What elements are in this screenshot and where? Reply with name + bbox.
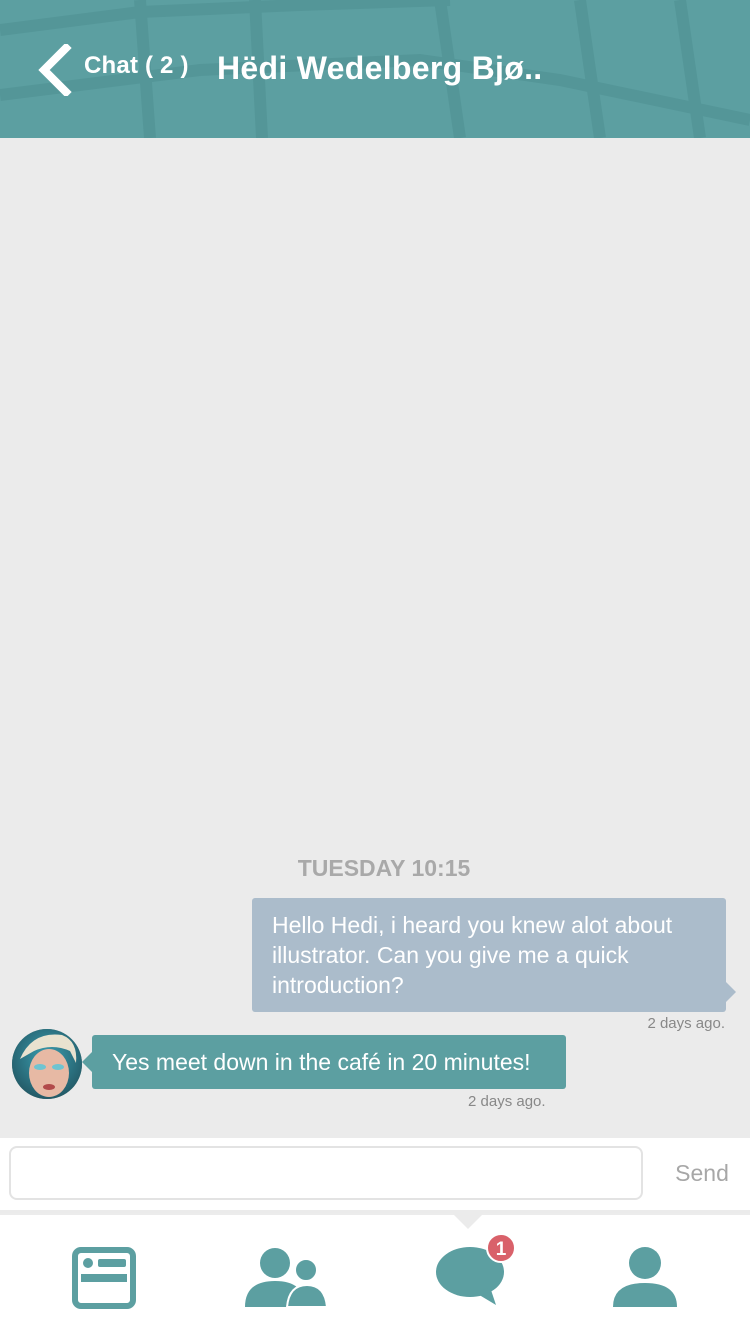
- tab-profile[interactable]: [571, 1215, 750, 1336]
- avatar-image: [12, 1029, 82, 1099]
- conversation-title: Hëdi Wedelberg Bjø..: [217, 50, 543, 86]
- chevron-left-icon: [38, 44, 72, 96]
- send-button[interactable]: Send: [660, 1160, 744, 1187]
- back-button-label: Chat ( 2 ): [84, 52, 189, 79]
- chat-notification-badge: 1: [486, 1233, 516, 1263]
- tab-contacts[interactable]: [197, 1215, 384, 1336]
- outgoing-message-bubble[interactable]: Hello Hedi, i heard you knew alot about …: [252, 898, 736, 1012]
- day-separator: TUESDAY 10:15: [297, 855, 471, 881]
- incoming-message-timestamp: 2 days ago.: [468, 1093, 546, 1110]
- tab-chat[interactable]: [384, 1215, 571, 1336]
- contact-avatar[interactable]: [12, 1029, 82, 1099]
- news-feed-icon: [72, 1247, 136, 1309]
- message-input[interactable]: [9, 1146, 643, 1200]
- profile-icon: [613, 1247, 677, 1307]
- back-button[interactable]: Chat ( 2 ): [36, 42, 189, 98]
- tab-news-feed[interactable]: [10, 1215, 197, 1336]
- contacts-icon: [245, 1248, 327, 1307]
- navigation-header: Chat ( 2 ) Hëdi Wedelberg Bjø..: [0, 0, 750, 138]
- bottom-tab-bar: 1: [0, 1213, 750, 1336]
- outgoing-message-timestamp: 2 days ago.: [647, 1015, 725, 1032]
- incoming-message-bubble[interactable]: Yes meet down in the café in 20 minutes!: [82, 1035, 566, 1089]
- message-composer: Send: [0, 1138, 750, 1210]
